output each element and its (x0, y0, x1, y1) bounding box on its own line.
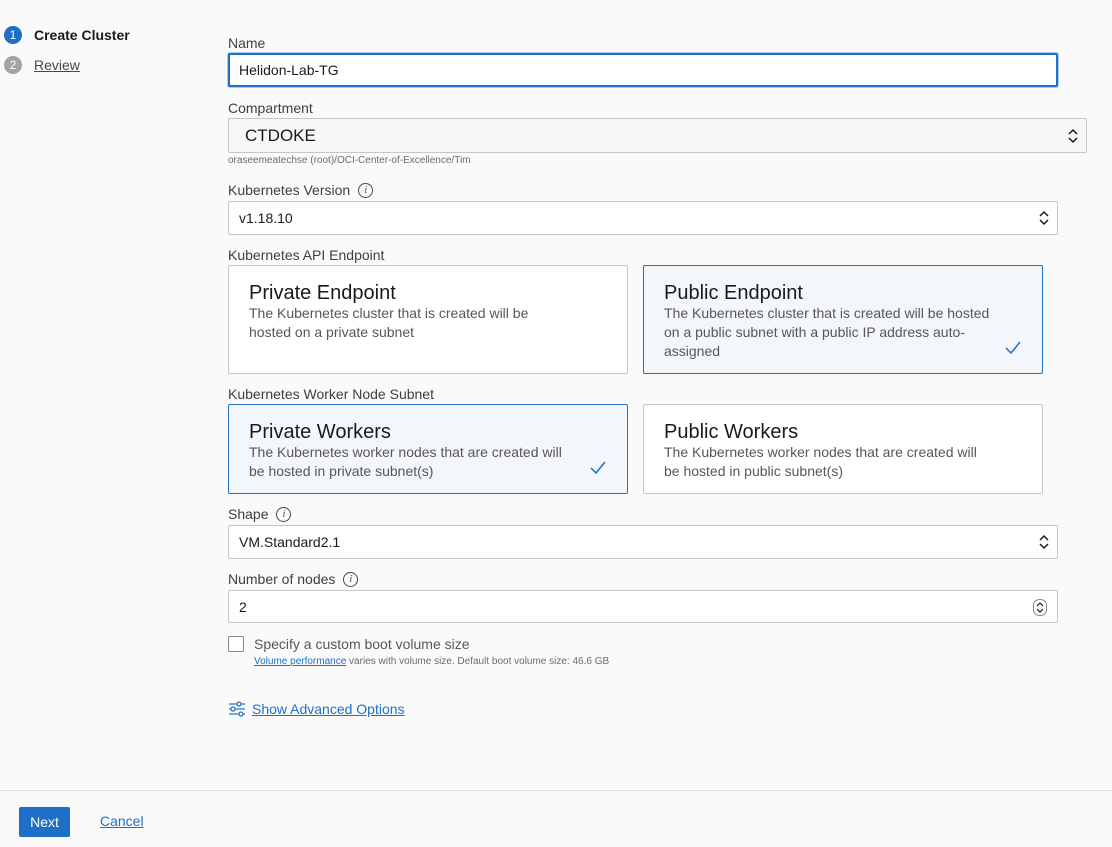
k8s-version-select[interactable]: v1.18.10 (228, 201, 1058, 235)
sliders-icon (229, 701, 245, 717)
number-stepper-icon[interactable] (1033, 599, 1047, 616)
option-description: The Kubernetes worker nodes that are cre… (249, 444, 562, 479)
api-endpoint-label: Kubernetes API Endpoint (228, 247, 385, 263)
name-input-value: Helidon-Lab-TG (239, 62, 339, 78)
wizard-footer: Next Cancel (0, 790, 1112, 847)
private-workers-option[interactable]: Private Workers The Kubernetes worker no… (228, 404, 628, 494)
select-arrows-icon (1039, 534, 1049, 550)
shape-select[interactable]: VM.Standard2.1 (228, 525, 1058, 559)
wizard-steps: 1 Create Cluster 2 Review (4, 26, 130, 86)
compartment-path: oraseemeatechse (root)/OCI-Center-of-Exc… (228, 155, 471, 166)
boot-volume-checkbox[interactable] (228, 636, 244, 652)
step-number: 2 (4, 56, 22, 74)
step-label: Create Cluster (34, 27, 130, 43)
checkmark-icon (590, 461, 606, 475)
select-arrows-icon (1068, 128, 1078, 143)
option-title: Private Workers (249, 421, 391, 443)
option-description: The Kubernetes cluster that is created w… (664, 305, 990, 359)
step-number: 1 (4, 26, 22, 44)
next-button[interactable]: Next (19, 807, 70, 837)
nodes-label-text: Number of nodes (228, 571, 336, 587)
option-title: Public Workers (664, 421, 799, 443)
name-input[interactable]: Helidon-Lab-TG (228, 53, 1058, 87)
step-create-cluster: 1 Create Cluster (4, 26, 130, 44)
compartment-value: CTDOKE (245, 125, 316, 145)
option-title: Private Endpoint (249, 282, 396, 304)
option-description: The Kubernetes cluster that is created w… (249, 305, 529, 340)
name-label: Name (228, 35, 266, 51)
nodes-label: Number of nodes i (228, 571, 359, 587)
compartment-label: Compartment (228, 100, 313, 116)
info-icon[interactable]: i (276, 506, 292, 522)
info-icon[interactable]: i (358, 182, 374, 198)
volume-help: Volume performance varies with volume si… (254, 656, 609, 667)
option-description: The Kubernetes worker nodes that are cre… (664, 444, 977, 479)
shape-label-text: Shape (228, 506, 269, 522)
private-endpoint-option[interactable]: Private Endpoint The Kubernetes cluster … (228, 265, 628, 374)
step-review[interactable]: 2 Review (4, 56, 130, 74)
k8s-version-value: v1.18.10 (239, 210, 293, 226)
advanced-options-toggle[interactable]: Show Advanced Options (228, 700, 405, 718)
checkmark-icon (1005, 341, 1021, 355)
public-endpoint-option[interactable]: Public Endpoint The Kubernetes cluster t… (643, 265, 1043, 374)
advanced-options-link[interactable]: Show Advanced Options (252, 701, 405, 717)
shape-value: VM.Standard2.1 (239, 534, 341, 550)
compartment-select[interactable]: CTDOKE (228, 118, 1087, 153)
k8s-version-label: Kubernetes Version i (228, 182, 374, 198)
volume-performance-link[interactable]: Volume performance (254, 656, 346, 667)
boot-volume-label: Specify a custom boot volume size (254, 636, 470, 652)
cancel-link[interactable]: Cancel (100, 813, 144, 829)
shape-label: Shape i (228, 506, 292, 522)
step-label[interactable]: Review (34, 57, 80, 73)
info-icon[interactable]: i (343, 571, 359, 587)
nodes-value: 2 (239, 598, 247, 615)
option-title: Public Endpoint (664, 282, 803, 304)
public-workers-option[interactable]: Public Workers The Kubernetes worker nod… (643, 404, 1043, 494)
volume-help-text: varies with volume size. Default boot vo… (346, 656, 610, 667)
k8s-version-label-text: Kubernetes Version (228, 182, 351, 198)
nodes-input[interactable]: 2 (228, 590, 1058, 623)
select-arrows-icon (1039, 210, 1049, 226)
worker-subnet-label: Kubernetes Worker Node Subnet (228, 386, 434, 402)
